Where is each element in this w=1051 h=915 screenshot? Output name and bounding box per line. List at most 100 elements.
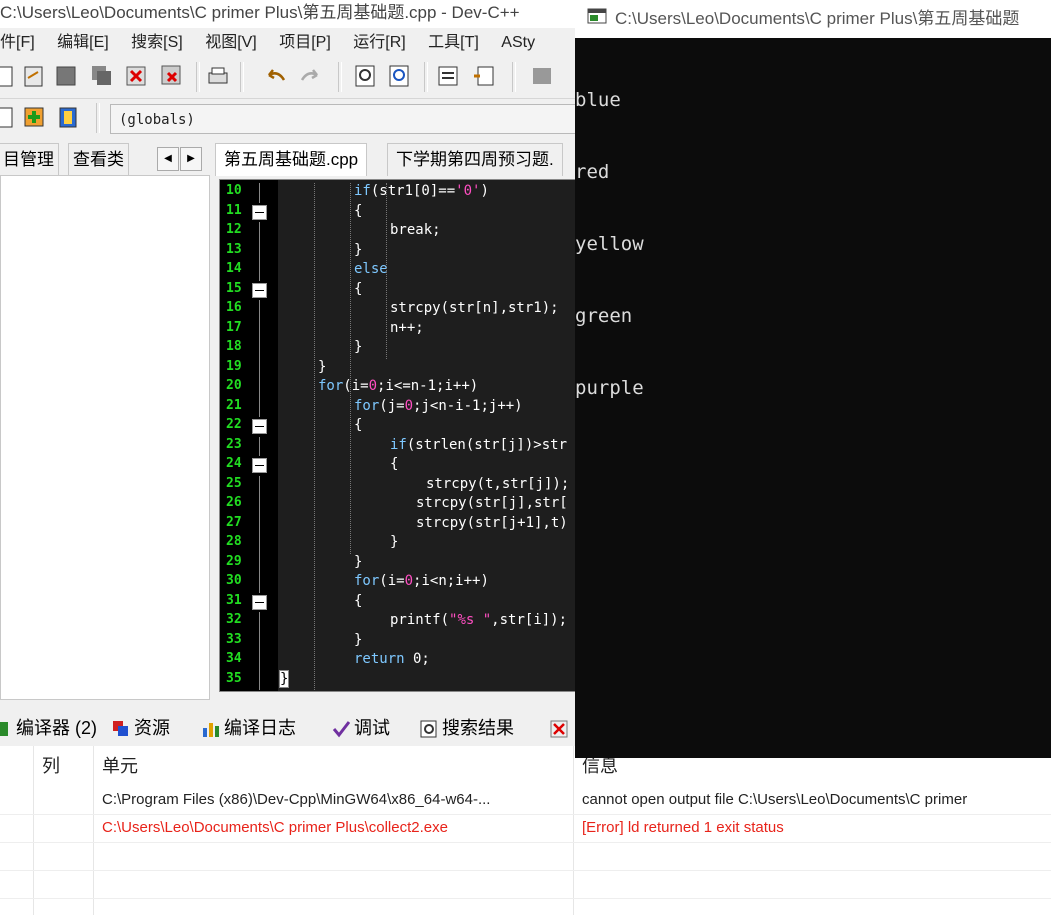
tab-current-file[interactable]: 第五周基础题.cpp [215,143,368,176]
line-number: 33 [226,631,242,647]
indent-guide [350,183,351,554]
fold-line [259,612,260,632]
fold-toggle-icon[interactable] [252,419,267,434]
toolbar-separator [196,62,200,92]
tab-search-results[interactable]: 搜索结果 [420,712,514,744]
code-line: strcpy(str[j],str[ [416,495,568,511]
search-results-icon [420,720,437,738]
bookmark-icon[interactable] [530,64,554,88]
globals-dropdown[interactable]: (globals) [110,104,590,134]
console-line: yellow [575,233,644,255]
header-column[interactable]: 列 [42,746,60,786]
line-number: 14 [226,261,242,276]
console-title-bar[interactable]: C:\Users\Leo\Documents\C primer Plus\第五周… [575,0,1051,38]
line-number-gutter: 10 11 12 13 14 15 16 17 18 19 20 21 22 23 24 25 26 27 28 29… [220,180,278,691]
scroll-right-icon[interactable]: ▶ [180,147,202,171]
fold-line [259,300,260,320]
code-line: else [354,261,388,277]
tab-resources-label: 资源 [134,718,170,738]
save-icon[interactable] [54,64,78,88]
bar-chart-icon [203,723,219,738]
menu-search[interactable]: 搜索[S] [131,28,183,58]
line-number: 10 [226,183,242,198]
fold-line [259,651,260,671]
remove-from-project-icon[interactable] [56,105,80,129]
fold-line [259,397,260,417]
line-number: 11 [226,202,242,218]
line-number: 19 [226,358,242,374]
toolbar-separator [424,62,428,92]
tab-debug-label: 调试 [354,718,390,738]
tab-resources[interactable]: 资源 [112,712,170,744]
console-line: blue [575,89,621,111]
project-tree-panel[interactable] [0,175,210,700]
line-number: 13 [226,241,242,257]
project-icon[interactable] [0,105,16,129]
fold-line [259,670,260,690]
line-number: 23 [226,436,242,452]
table-row [0,842,1051,871]
line-number: 25 [226,475,242,491]
open-file-icon[interactable] [22,64,46,88]
menu-astyle[interactable]: ASty [501,28,535,58]
redo-icon[interactable] [298,64,322,88]
code-line: } [278,669,290,688]
replace-icon[interactable] [388,64,412,88]
tab-compile-log-label: 编译日志 [224,718,296,738]
save-all-icon[interactable] [90,64,114,88]
fold-toggle-icon[interactable] [252,458,267,473]
tab-compiler[interactable]: 编译器 (2) [0,712,97,744]
tab-compile-log[interactable]: 编译日志 [202,712,296,744]
menu-edit[interactable]: 编辑[E] [57,28,109,58]
undo-icon[interactable] [264,64,288,88]
fold-toggle-icon[interactable] [252,282,267,298]
line-number: 29 [226,553,242,569]
tab-class-browser[interactable]: 查看类 [68,143,129,176]
table-row [0,870,1051,899]
fold-toggle-icon[interactable] [252,204,267,220]
line-number: 35 [226,670,242,686]
menu-project[interactable]: 项目[P] [279,28,331,58]
close-all-icon[interactable] [160,64,184,88]
code-line: } [354,631,363,648]
code-line: strcpy(str[j+1],t) [416,514,568,531]
print-icon[interactable] [206,64,230,88]
line-number: 24 [226,456,242,471]
indent-guide [314,183,315,690]
scroll-left-icon[interactable]: ◀ [157,147,179,171]
compiler-icon [0,722,8,737]
code-line: { [354,592,363,609]
console-output: blue red yellow green purple [575,40,1045,424]
line-number: 16 [226,300,242,315]
header-unit[interactable]: 单元 [102,746,138,786]
fold-line [259,436,260,456]
tab-project-manager[interactable]: 目管理 [0,143,59,176]
menu-run[interactable]: 运行[R] [353,28,405,58]
editor-tabs: 第五周基础题.cpp 下学期第四周预习题. [215,143,600,176]
code-line: n++; [390,319,424,336]
line-number: 34 [226,651,242,666]
table-row[interactable]: C:\Program Files (x86)\Dev-Cpp\MinGW64\x… [0,786,1051,815]
line-number: 17 [226,319,242,335]
close-file-icon[interactable] [124,64,148,88]
line-number: 18 [226,339,242,354]
code-line: { [354,202,363,219]
menu-file[interactable]: 件[F] [0,28,35,58]
menu-tools[interactable]: 工具[T] [428,28,479,58]
code-editor[interactable]: 10 11 12 13 14 15 16 17 18 19 20 21 22 23 24 25 26 27 28 29… [219,179,602,692]
indent-icon[interactable] [436,64,460,88]
fold-toggle-icon[interactable] [252,594,267,610]
tab-debug[interactable]: 调试 [332,712,390,744]
line-number: 22 [226,417,242,432]
fold-line [259,319,260,339]
fold-line [259,261,260,281]
tab-other-file[interactable]: 下学期第四周预习题. [387,143,563,176]
tab-close-output[interactable] [550,712,572,744]
table-row[interactable]: C:\Users\Leo\Documents\C primer Plus\col… [0,814,1051,843]
new-file-icon[interactable] [0,64,16,88]
unindent-icon[interactable] [472,64,496,88]
toolbar-separator [96,103,100,133]
menu-view[interactable]: 视图[V] [205,28,257,58]
find-icon[interactable] [354,64,378,88]
add-to-project-icon[interactable] [22,105,46,129]
